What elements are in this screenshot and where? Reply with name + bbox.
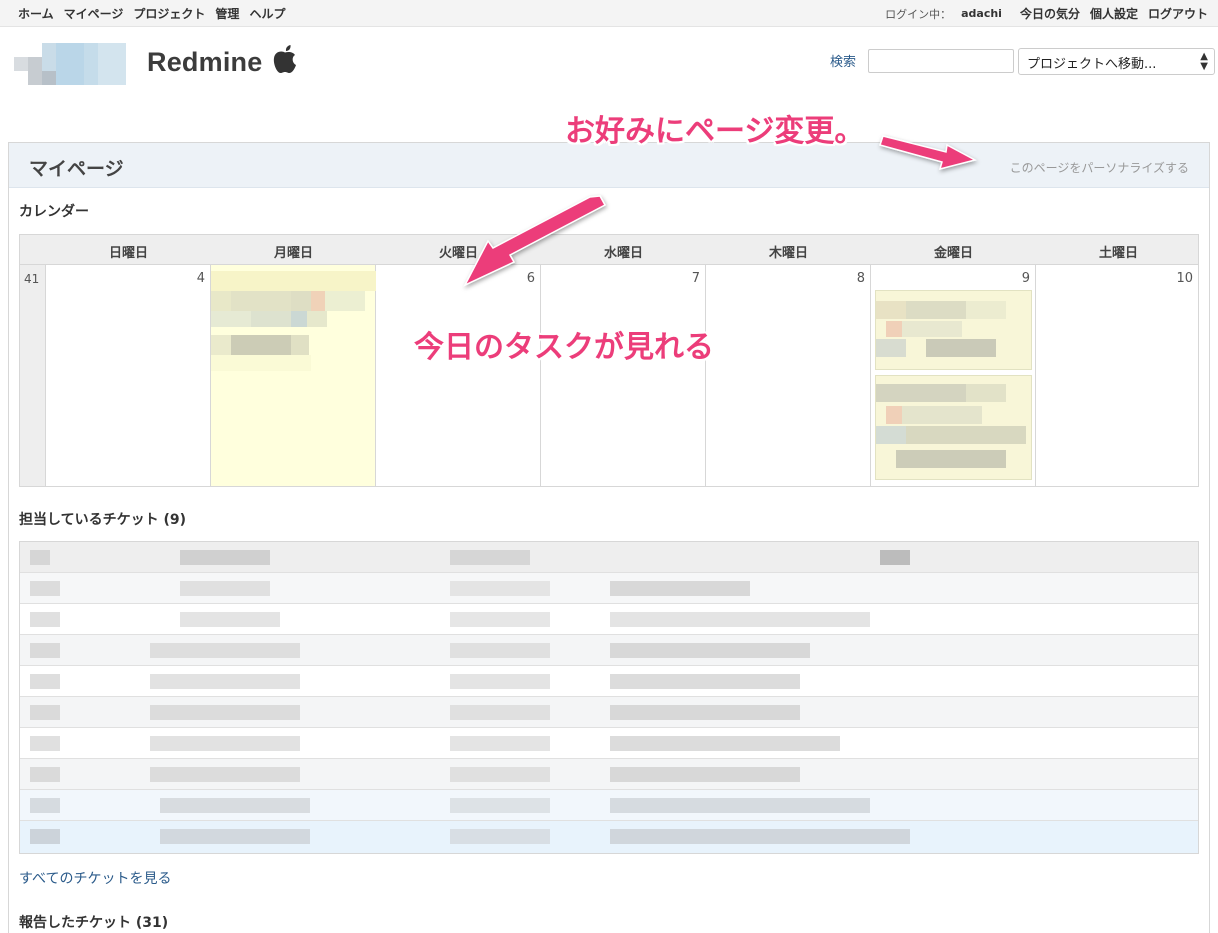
menu-help[interactable]: ヘルプ xyxy=(249,5,285,22)
header: Redmine 検索 プロジェクトへ移動... ▲ ▼ xyxy=(0,28,1218,98)
table-row[interactable] xyxy=(20,728,1198,759)
table-row[interactable] xyxy=(20,573,1198,604)
page-title: マイページ xyxy=(29,158,124,180)
table-header-row xyxy=(20,542,1198,573)
dow-sunday: 日曜日 xyxy=(108,246,148,261)
dow-wednesday: 水曜日 xyxy=(603,246,643,261)
table-row[interactable] xyxy=(20,697,1198,728)
week-number: 41 xyxy=(24,272,40,286)
reported-tickets-heading: 報告したチケット (31) xyxy=(19,915,169,931)
top-menu-left: ホーム マイページ プロジェクト 管理 ヘルプ xyxy=(18,5,285,22)
table-row[interactable] xyxy=(20,759,1198,790)
day-number: 9 xyxy=(1021,271,1030,286)
top-menu-right: ログイン中： adachi 今日の気分 個人設定 ログアウト xyxy=(885,5,1208,22)
menu-projects[interactable]: プロジェクト xyxy=(133,5,205,22)
search-label[interactable]: 検索 xyxy=(830,51,856,70)
site-title[interactable]: Redmine xyxy=(147,47,262,78)
calendar-day-sunday: 4 xyxy=(46,265,211,486)
table-row[interactable] xyxy=(20,604,1198,635)
day-number: 4 xyxy=(196,271,205,286)
annotation-today-note: 今日のタスクが見れる xyxy=(414,330,714,365)
blurred-task[interactable] xyxy=(211,271,376,371)
project-jump-select[interactable]: プロジェクトへ移動... ▲ ▼ xyxy=(1018,48,1215,75)
view-all-tickets-link[interactable]: すべてのチケットを見る xyxy=(19,868,171,888)
menu-my-page[interactable]: マイページ xyxy=(64,5,124,22)
calendar-day-thursday: 8 xyxy=(706,265,871,486)
project-jump-label: プロジェクトへ移動... xyxy=(1027,57,1157,72)
menu-logout[interactable]: ログアウト xyxy=(1148,5,1208,22)
menu-administration[interactable]: 管理 xyxy=(215,5,239,22)
day-number: 6 xyxy=(526,271,535,286)
blurred-logo xyxy=(14,43,126,85)
dow-tuesday: 火曜日 xyxy=(438,246,478,261)
table-row[interactable] xyxy=(20,666,1198,697)
blurred-task[interactable] xyxy=(875,375,1032,480)
table-row[interactable] xyxy=(20,635,1198,666)
personalize-link[interactable]: このページをパーソナライズする xyxy=(1010,159,1189,176)
calendar-day-tuesday: 6 xyxy=(376,265,541,486)
table-row[interactable] xyxy=(20,790,1198,821)
menu-home[interactable]: ホーム xyxy=(18,5,54,22)
search-input[interactable] xyxy=(868,49,1014,73)
annotation-personalize-note: お好みにページ変更。 xyxy=(565,114,865,149)
menu-my-account[interactable]: 個人設定 xyxy=(1090,5,1138,22)
assigned-tickets-heading: 担当しているチケット (9) xyxy=(19,512,186,528)
calendar-day-monday-today xyxy=(211,265,376,486)
calendar-day-wednesday: 7 xyxy=(541,265,706,486)
dow-thursday: 木曜日 xyxy=(768,246,808,261)
calendar-day-saturday: 10 xyxy=(1036,265,1198,486)
blurred-task[interactable] xyxy=(875,290,1032,370)
dow-friday: 金曜日 xyxy=(933,246,973,261)
table-row[interactable] xyxy=(20,821,1198,853)
main-content: マイページ このページをパーソナライズする カレンダー 日曜日 月曜日 火曜日 … xyxy=(8,142,1210,933)
apple-icon xyxy=(273,45,296,73)
dow-monday: 月曜日 xyxy=(273,246,313,261)
calendar-heading: カレンダー xyxy=(19,204,89,220)
calendar-day-friday: 9 xyxy=(871,265,1036,486)
dow-saturday: 土曜日 xyxy=(1098,246,1138,261)
user-link[interactable]: adachi xyxy=(961,7,1002,20)
menu-mood[interactable]: 今日の気分 xyxy=(1020,5,1080,22)
top-menu: ホーム マイページ プロジェクト 管理 ヘルプ ログイン中： adachi 今日… xyxy=(0,0,1218,27)
logged-in-as-label: ログイン中： xyxy=(885,7,952,21)
week-number-cell: 41 xyxy=(20,265,46,486)
day-number: 8 xyxy=(856,271,865,286)
assigned-tickets-table xyxy=(19,541,1199,854)
day-number: 7 xyxy=(691,271,700,286)
select-arrows-icon: ▲ ▼ xyxy=(1200,51,1208,72)
day-number: 10 xyxy=(1176,271,1193,286)
calendar-header-row: 日曜日 月曜日 火曜日 水曜日 木曜日 金曜日 土曜日 xyxy=(20,235,1198,265)
